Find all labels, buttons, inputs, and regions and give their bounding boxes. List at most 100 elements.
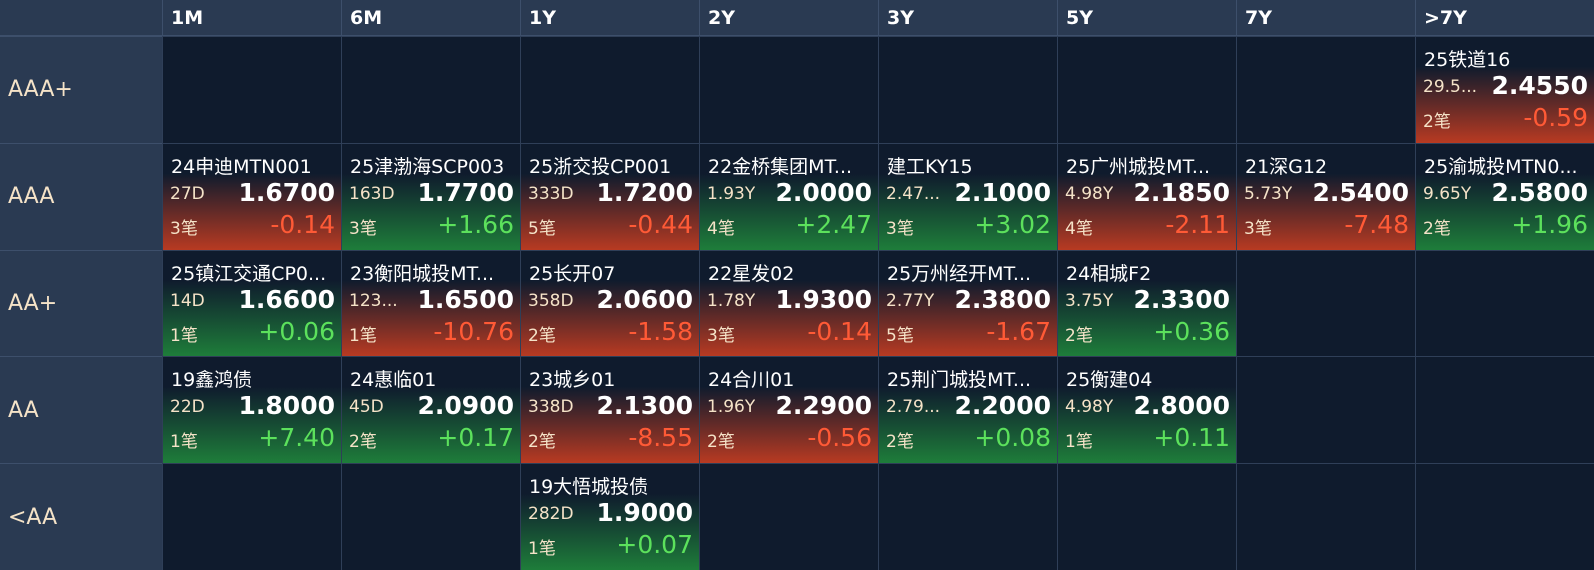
bond-name[interactable]: 24惠临01 [350, 365, 514, 392]
rate-change: +2.47 [795, 209, 872, 239]
bond-cell[interactable]: 19鑫鸿债 22D 1.8000 1笔 +7.40 [162, 356, 341, 464]
column-header-3y[interactable]: 3Y [878, 0, 1057, 36]
bond-rate: 1.7200 [596, 177, 693, 207]
column-header-7y[interactable]: 7Y [1236, 0, 1415, 36]
bond-cell[interactable]: 建工KY15 2.47... 2.1000 3笔 +3.02 [878, 142, 1057, 250]
row-header-rating[interactable]: <AA [0, 463, 162, 570]
bond-name[interactable]: 25浙交投CP001 [529, 152, 693, 179]
column-header-6m[interactable]: 6M [341, 0, 520, 36]
row-header-rating[interactable]: AAA+ [0, 36, 162, 143]
bond-name[interactable]: 25铁道16 [1424, 45, 1588, 72]
bond-cell[interactable]: 25衡建04 4.98Y 2.8000 1笔 +0.11 [1057, 356, 1236, 464]
bond-cell[interactable]: 25铁道16 29.5... 2.4550 2笔 -0.59 [1415, 36, 1594, 143]
bond-rate: 2.0900 [417, 391, 514, 421]
rate-change: -7.48 [1344, 209, 1409, 239]
rate-change: +0.06 [258, 316, 335, 346]
bond-term: 14D [170, 290, 205, 311]
bond-name[interactable]: 25渝城投MTN0... [1424, 152, 1588, 179]
column-header-1m[interactable]: 1M [162, 0, 341, 36]
row-header-rating[interactable]: AA+ [0, 249, 162, 357]
bond-cell[interactable]: 24申迪MTN001 27D 1.6700 3笔 -0.14 [162, 142, 341, 250]
bond-cell[interactable]: 24合川01 1.96Y 2.2900 2笔 -0.56 [699, 356, 878, 464]
trade-count: 2笔 [1423, 218, 1451, 239]
bond-name[interactable]: 24合川01 [708, 365, 872, 392]
bond-name[interactable]: 25津渤海SCP003 [350, 152, 514, 179]
bond-term: 2.77Y [886, 290, 935, 311]
row-header-rating[interactable]: AAA [0, 142, 162, 250]
bond-cell[interactable]: 25长开07 358D 2.0600 2笔 -1.58 [520, 249, 699, 357]
bond-rate: 2.4550 [1491, 71, 1588, 100]
bond-cell[interactable]: 25镇江交通CP0... 14D 1.6600 1笔 +0.06 [162, 249, 341, 357]
bond-name[interactable]: 25万州经开MT... [887, 259, 1051, 286]
bond-cell[interactable]: 19大悟城投债 282D 1.9000 1笔 +0.07 [520, 463, 699, 570]
bond-cell[interactable]: 23衡阳城投MT... 123... 1.6500 1笔 -10.76 [341, 249, 520, 357]
bond-cell[interactable]: 25渝城投MTN0... 9.65Y 2.5800 2笔 +1.96 [1415, 142, 1594, 250]
bond-term: 163D [349, 183, 395, 204]
bond-name[interactable]: 24相城F2 [1066, 259, 1230, 286]
trade-count: 4笔 [707, 218, 735, 239]
trade-count: 2笔 [528, 325, 556, 346]
bond-cell[interactable]: 25广州城投MT... 4.98Y 2.1850 4笔 -2.11 [1057, 142, 1236, 250]
rate-change: +0.11 [1153, 423, 1230, 453]
bond-term: 4.98Y [1065, 183, 1114, 204]
bond-rating-term-grid: 1M 6M 1Y 2Y 3Y 5Y 7Y >7Y AAA+ 25铁道16 29.5... 2.4550… [0, 0, 1594, 570]
bond-name[interactable]: 22星发02 [708, 259, 872, 286]
bond-name[interactable]: 23衡阳城投MT... [350, 259, 514, 286]
bond-cell[interactable]: 22星发02 1.78Y 1.9300 3笔 -0.14 [699, 249, 878, 357]
bond-cell[interactable]: 25万州经开MT... 2.77Y 2.3800 5笔 -1.67 [878, 249, 1057, 357]
bond-cell[interactable]: 22金桥集团MT... 1.93Y 2.0000 4笔 +2.47 [699, 142, 878, 250]
trade-count: 2笔 [528, 432, 556, 453]
bond-cell[interactable]: 25津渤海SCP003 163D 1.7700 3笔 +1.66 [341, 142, 520, 250]
bond-name[interactable]: 25广州城投MT... [1066, 152, 1230, 179]
column-header-1y[interactable]: 1Y [520, 0, 699, 36]
bond-term: 27D [170, 183, 205, 204]
bond-cell[interactable]: 24惠临01 45D 2.0900 2笔 +0.17 [341, 356, 520, 464]
column-header-2y[interactable]: 2Y [699, 0, 878, 36]
bond-rate: 1.6600 [238, 284, 335, 314]
empty-cell [1057, 36, 1236, 143]
bond-name[interactable]: 25衡建04 [1066, 365, 1230, 392]
row-header-rating[interactable]: AA [0, 356, 162, 464]
bond-name[interactable]: 21深G12 [1245, 152, 1409, 179]
bond-name[interactable]: 25镇江交通CP0... [171, 259, 335, 286]
column-header-gt7y[interactable]: >7Y [1415, 0, 1594, 36]
column-header-5y[interactable]: 5Y [1057, 0, 1236, 36]
rate-change: +1.96 [1511, 209, 1588, 239]
empty-cell [1236, 463, 1415, 570]
trade-count: 2笔 [349, 432, 377, 453]
bond-cell[interactable]: 21深G12 5.73Y 2.5400 3笔 -7.48 [1236, 142, 1415, 250]
trade-count: 1笔 [349, 325, 377, 346]
bond-name[interactable]: 22金桥集团MT... [708, 152, 872, 179]
bond-cell[interactable]: 25浙交投CP001 333D 1.7200 5笔 -0.44 [520, 142, 699, 250]
bond-name[interactable]: 25荆门城投MT... [887, 365, 1051, 392]
bond-name[interactable]: 19大悟城投债 [529, 472, 693, 499]
rate-change: -0.14 [270, 209, 335, 239]
bond-term: 333D [528, 183, 574, 204]
bond-term: 358D [528, 290, 574, 311]
empty-cell [1236, 36, 1415, 143]
rate-change: +3.02 [974, 209, 1051, 239]
empty-cell [341, 36, 520, 143]
bond-name[interactable]: 23城乡01 [529, 365, 693, 392]
rate-change: +0.08 [974, 423, 1051, 453]
bond-name[interactable]: 24申迪MTN001 [171, 152, 335, 179]
bond-cell[interactable]: 23城乡01 338D 2.1300 2笔 -8.55 [520, 356, 699, 464]
bond-term: 9.65Y [1423, 183, 1472, 204]
bond-name[interactable]: 19鑫鸿债 [171, 365, 335, 392]
trade-count: 3笔 [1244, 218, 1272, 239]
bond-name[interactable]: 建工KY15 [887, 152, 1051, 179]
empty-cell [162, 463, 341, 570]
bond-term: 4.98Y [1065, 397, 1114, 418]
bond-cell[interactable]: 24相城F2 3.75Y 2.3300 2笔 +0.36 [1057, 249, 1236, 357]
trade-count: 3笔 [707, 325, 735, 346]
empty-cell [1415, 249, 1594, 357]
bond-cell[interactable]: 25荆门城投MT... 2.79... 2.2000 2笔 +0.08 [878, 356, 1057, 464]
rate-change: -10.76 [433, 316, 514, 346]
bond-term: 282D [528, 504, 574, 525]
bond-rate: 2.0600 [596, 284, 693, 314]
trade-count: 2笔 [1065, 325, 1093, 346]
trade-count: 1笔 [528, 539, 556, 560]
bond-rate: 2.8000 [1133, 391, 1230, 421]
bond-term: 2.47... [886, 183, 941, 204]
bond-name[interactable]: 25长开07 [529, 259, 693, 286]
